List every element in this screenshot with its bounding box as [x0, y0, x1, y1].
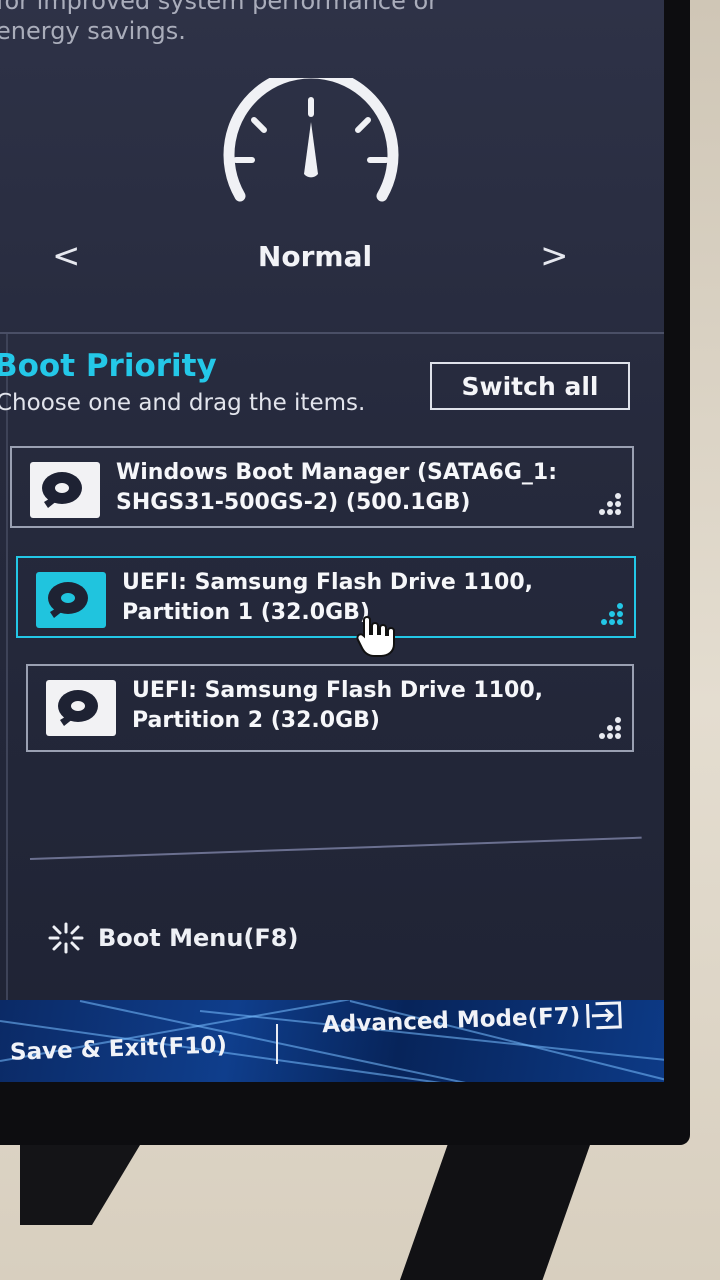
drag-handle-icon[interactable]	[590, 716, 624, 740]
panel-border	[6, 334, 8, 1014]
hard-drive-icon	[36, 572, 106, 628]
footer-separator	[276, 1024, 278, 1064]
hard-drive-icon	[46, 680, 116, 736]
section-divider	[0, 332, 664, 334]
boot-menu-label: Boot Menu(F8)	[98, 924, 299, 952]
bios-screen: for improved system performance or energ…	[0, 0, 664, 1082]
boot-item-label: Windows Boot Manager (SATA6G_1: SHGS31-5…	[116, 460, 558, 515]
drag-handle-icon[interactable]	[592, 602, 626, 626]
exit-arrow-icon	[586, 1001, 623, 1030]
drag-handle-icon[interactable]	[590, 492, 624, 516]
boot-item-windows-boot-manager[interactable]: Windows Boot Manager (SATA6G_1: SHGS31-5…	[10, 446, 634, 528]
previous-mode-arrow[interactable]: <	[52, 236, 81, 276]
hard-drive-icon	[30, 462, 100, 518]
boot-priority-title: Boot Priority	[0, 348, 217, 384]
speedometer-icon	[223, 78, 399, 202]
performance-description: for improved system performance or energ…	[0, 0, 439, 45]
boot-item-samsung-partition-1[interactable]: UEFI: Samsung Flash Drive 1100, Partitio…	[16, 556, 636, 638]
switch-all-button[interactable]: Switch all	[430, 362, 630, 410]
boot-priority-subtitle: Choose one and drag the items.	[0, 390, 366, 416]
hand-cursor-icon	[356, 616, 395, 657]
boot-item-samsung-partition-2[interactable]: UEFI: Samsung Flash Drive 1100, Partitio…	[26, 664, 634, 752]
next-mode-arrow[interactable]: >	[540, 236, 569, 276]
performance-mode-selector: < Normal >	[0, 230, 664, 290]
section-divider	[29, 836, 642, 860]
boot-item-label: UEFI: Samsung Flash Drive 1100, Partitio…	[132, 678, 543, 733]
boot-menu-button[interactable]: Boot Menu(F8)	[40, 918, 298, 958]
sparkle-icon	[48, 922, 84, 954]
performance-mode-label: Normal	[257, 240, 373, 273]
